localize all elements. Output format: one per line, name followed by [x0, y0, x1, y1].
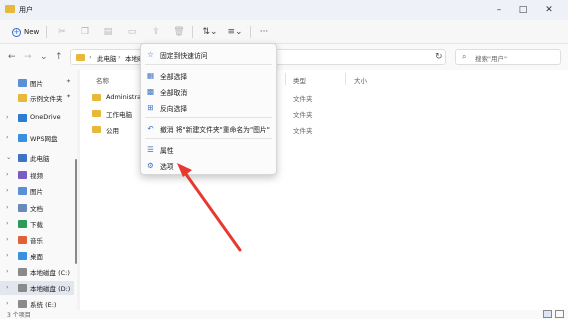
arrow-head — [177, 163, 192, 177]
arrow-shaft — [181, 168, 242, 252]
annotation-arrow — [177, 163, 242, 252]
